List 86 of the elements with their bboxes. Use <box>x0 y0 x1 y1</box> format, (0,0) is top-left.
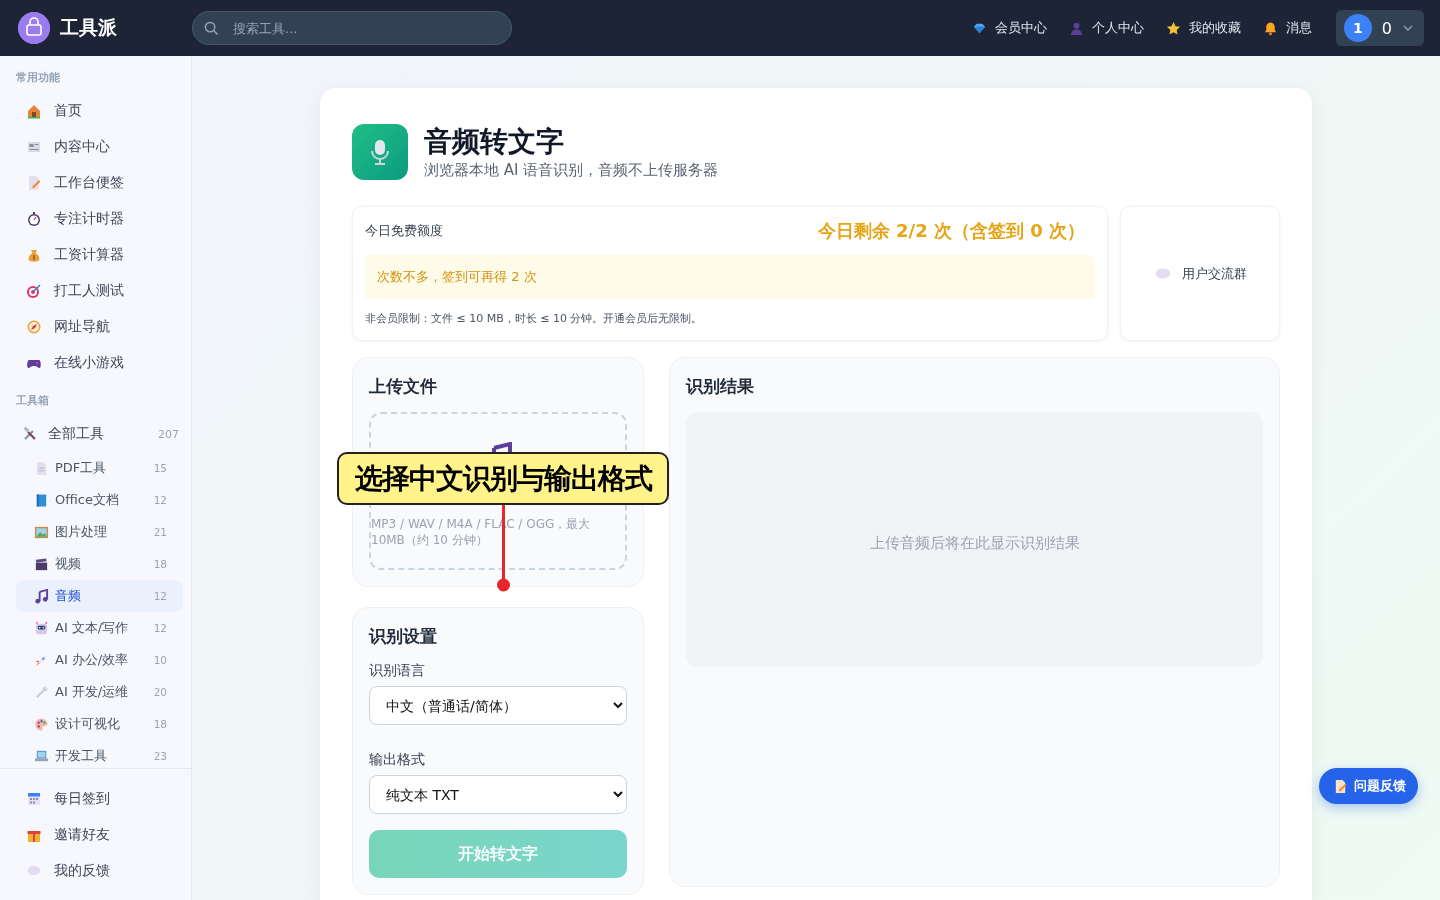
sidebar-item[interactable]: Office文档 12 <box>16 484 183 516</box>
user-menu[interactable]: 1 0 <box>1335 10 1424 46</box>
item-count: 21 <box>153 526 167 538</box>
music-note-icon <box>34 588 49 604</box>
clapperboard-icon <box>34 556 49 572</box>
points-count: 0 <box>1381 18 1392 38</box>
target-icon <box>26 283 42 299</box>
sidebar-item[interactable]: 首页 <box>16 93 183 129</box>
document-icon <box>1333 778 1348 794</box>
logo-text[interactable]: 工具派 <box>60 15 117 41</box>
sidebar-item[interactable]: 全部工具 207 <box>16 416 183 452</box>
document-icon <box>34 460 49 476</box>
item-count: 18 <box>153 718 167 730</box>
sidebar-item[interactable]: 专注计时器 <box>16 201 183 237</box>
wrench-icon <box>34 684 49 700</box>
item-count: 15 <box>153 462 167 474</box>
callout-label: 选择中文识别与输出格式 <box>337 452 669 505</box>
bell-icon <box>1262 20 1278 36</box>
item-count: 23 <box>153 750 167 762</box>
nav-link[interactable]: 个人中心 <box>1068 19 1144 37</box>
feedback-button[interactable]: 问题反馈 <box>1319 768 1418 804</box>
item-count: 10 <box>153 654 167 666</box>
laptop-icon <box>34 748 49 764</box>
sidebar-item[interactable]: AI 文本/写作 12 <box>16 612 183 644</box>
panel-title: 识别结果 <box>686 375 755 398</box>
community-link[interactable]: 用户交流群 <box>1120 206 1280 341</box>
nav-link[interactable]: 消息 <box>1262 19 1312 37</box>
panel-title: 识别设置 <box>369 625 438 648</box>
star-icon <box>1165 20 1181 36</box>
sidebar-item[interactable]: 每日签到 <box>16 781 183 817</box>
item-count: 12 <box>153 622 167 634</box>
house-icon <box>26 103 42 119</box>
nav-link[interactable]: 会员中心 <box>971 19 1047 37</box>
sidebar-item[interactable]: 工作台便签 <box>16 165 183 201</box>
sidebar-item[interactable]: 音频 12 <box>16 580 183 612</box>
item-count: 12 <box>153 494 167 506</box>
panel-title: 上传文件 <box>369 375 438 398</box>
sidebar-item[interactable]: 开发工具 23 <box>16 740 183 768</box>
sidebar-item[interactable]: 设计可视化 18 <box>16 708 183 740</box>
picture-icon <box>34 524 49 540</box>
logo-icon[interactable] <box>18 12 50 44</box>
select-field[interactable]: 中文（普通话/简体） <box>369 686 627 725</box>
calendar-icon <box>26 791 42 807</box>
item-count: 12 <box>153 590 167 602</box>
field-label: 输出格式 <box>369 751 426 769</box>
item-count: 20 <box>153 686 167 698</box>
item-count: 207 <box>158 427 179 441</box>
quota-label: 今日免费额度 <box>365 222 443 240</box>
sidebar-item[interactable]: AI 开发/运维 20 <box>16 676 183 708</box>
newspaper-icon <box>26 139 42 155</box>
rocket-icon <box>34 652 49 668</box>
sidebar-item[interactable]: 内容中心 <box>16 129 183 165</box>
sidebar-item[interactable]: 视频 18 <box>16 548 183 580</box>
app-icon <box>352 124 408 180</box>
memo-icon <box>26 175 42 191</box>
nav-link[interactable]: 我的收藏 <box>1165 19 1241 37</box>
sidebar-item[interactable]: 我的反馈 <box>16 853 183 889</box>
section-title: 工具箱 <box>16 393 50 408</box>
field-label: 识别语言 <box>369 662 426 680</box>
stopwatch-icon <box>26 211 42 227</box>
sidebar-item[interactable]: 打工人测试 <box>16 273 183 309</box>
tools-icon <box>22 426 38 442</box>
sidebar-item[interactable]: 在线小游戏 <box>16 345 183 381</box>
sidebar-item[interactable]: 图片处理 21 <box>16 516 183 548</box>
result-area: 上传音频后将在此显示识别结果 <box>686 412 1263 667</box>
select-field[interactable]: 纯文本 TXT <box>369 775 627 814</box>
section-title: 常用功能 <box>16 70 61 85</box>
sidebar-item[interactable]: PDF工具 15 <box>16 452 183 484</box>
page-title: 音频转文字 <box>424 124 565 159</box>
limits-text: 非会员限制：文件 ≤ 10 MB，时长 ≤ 10 分钟。开通会员后无限制。 <box>365 311 704 326</box>
sidebar-item[interactable]: 邀请好友 <box>16 817 183 853</box>
sidebar-item[interactable]: 网址导航 <box>16 309 183 345</box>
search-field[interactable]: 搜索工具... <box>192 11 512 45</box>
compass-icon <box>26 319 42 335</box>
money-bag-icon <box>26 247 42 263</box>
page-subtitle: 浏览器本地 AI 语音识别，音频不上传服务器 <box>424 160 719 180</box>
robot-icon <box>34 620 49 636</box>
book-icon <box>34 492 49 508</box>
user-avatar: 1 <box>1343 14 1372 42</box>
person-icon <box>1068 20 1084 36</box>
sidebar-item[interactable]: AI 办公/效率 10 <box>16 644 183 676</box>
sidebar-item[interactable]: 工资计算器 <box>16 237 183 273</box>
palette-icon <box>34 716 49 732</box>
remaining-count: 今日剩余 2/2 次（含签到 0 次） <box>817 219 1085 243</box>
item-count: 18 <box>153 558 167 570</box>
notice-banner: 次数不多，签到可再得 2 次 <box>365 255 1095 299</box>
